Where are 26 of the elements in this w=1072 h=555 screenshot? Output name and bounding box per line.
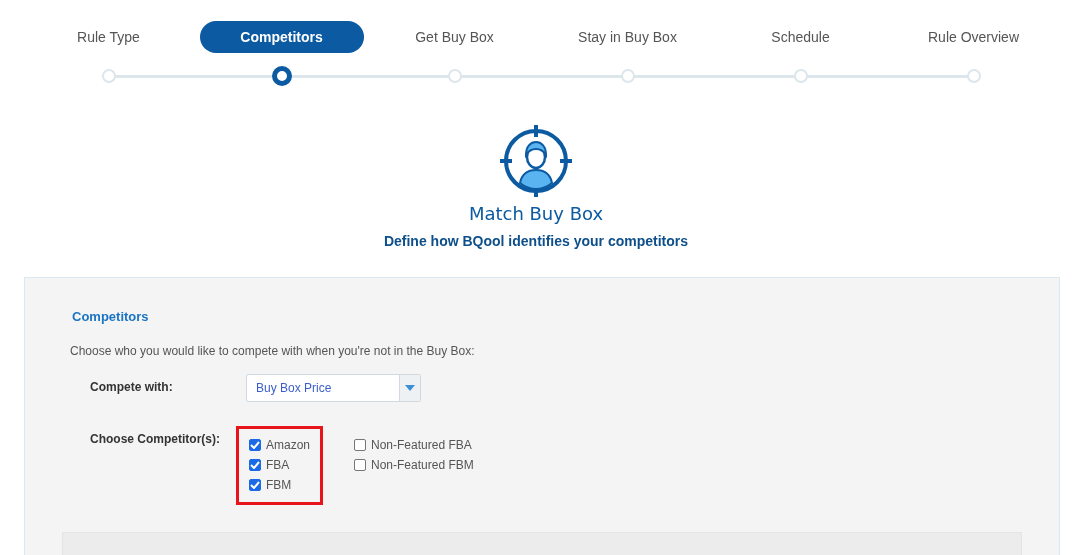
field-label: Compete with: bbox=[89, 380, 174, 396]
checkbox-label[interactable]: Amazon bbox=[266, 438, 311, 452]
checkbox[interactable] bbox=[249, 459, 261, 471]
checkbox[interactable] bbox=[249, 479, 261, 491]
step-tab[interactable]: Rule Type bbox=[67, 21, 150, 53]
checkbox[interactable] bbox=[354, 459, 367, 471]
hero-title: Match Buy Box bbox=[468, 203, 604, 224]
checkbox-label[interactable]: Non-Featured FBM bbox=[371, 458, 474, 472]
step-dot[interactable] bbox=[271, 66, 292, 86]
person-target-icon bbox=[498, 123, 574, 199]
checkbox-label[interactable]: FBM bbox=[266, 478, 292, 492]
checkbox[interactable] bbox=[354, 439, 367, 451]
step-tab[interactable]: Competitors bbox=[199, 21, 364, 53]
checkbox[interactable] bbox=[249, 439, 261, 451]
checkbox-label[interactable]: Non-Featured FBA bbox=[371, 438, 472, 452]
intro-text: Choose who you would like to compete with when you're not in the Buy Box: bbox=[70, 344, 476, 358]
step-tab[interactable]: Get Buy Box bbox=[405, 21, 504, 53]
step-tab[interactable]: Schedule bbox=[761, 21, 840, 53]
caret-icon bbox=[405, 385, 415, 391]
checkbox-label[interactable]: FBA bbox=[266, 458, 290, 472]
hero-subtitle: Define how BQool identifies your competitors bbox=[383, 233, 689, 249]
section-heading: Competitors bbox=[72, 309, 149, 324]
step-tab[interactable]: Rule Overview bbox=[918, 21, 1029, 53]
step-tab[interactable]: Stay in Buy Box bbox=[568, 21, 687, 53]
field-label: Choose Competitor(s): bbox=[89, 432, 221, 448]
compete-select[interactable]: Buy Box Price bbox=[246, 374, 421, 402]
